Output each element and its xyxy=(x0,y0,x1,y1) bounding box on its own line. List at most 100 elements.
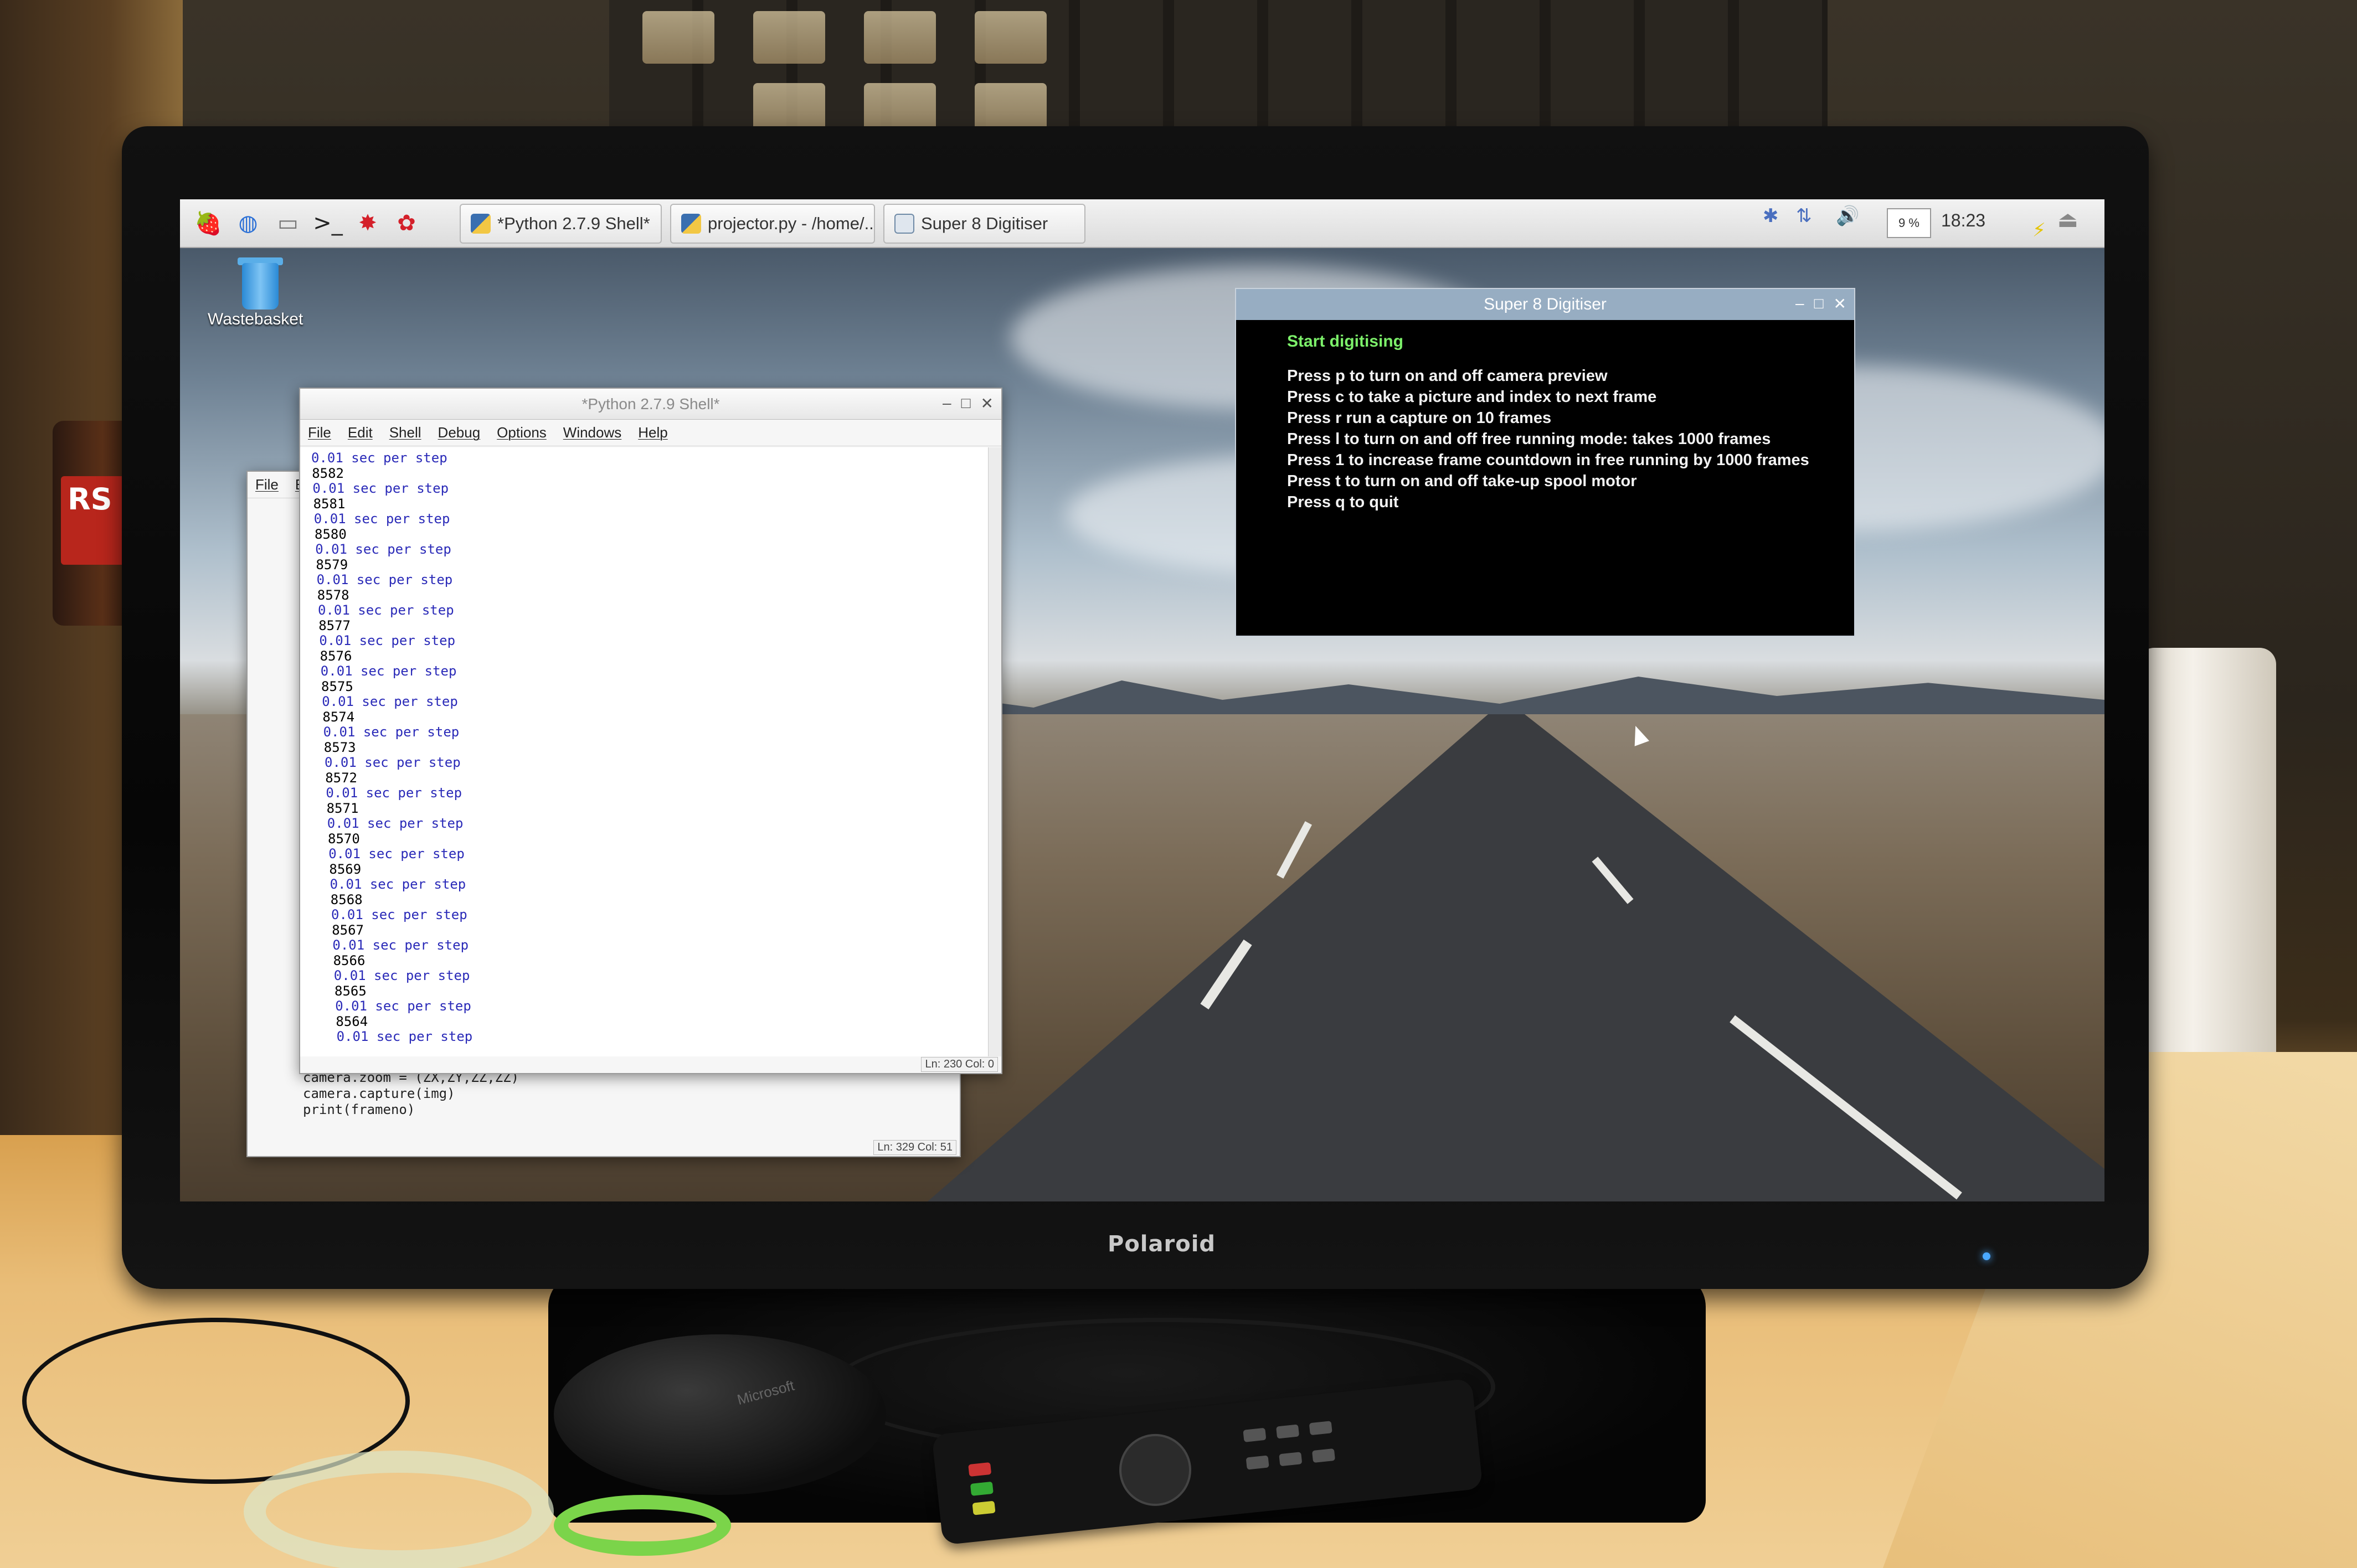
storage-bin xyxy=(642,11,714,64)
shell-output-line: 8580 xyxy=(315,526,347,542)
shell-output-line: 8582 xyxy=(312,465,344,481)
shell-output-line: 8569 xyxy=(329,861,362,877)
power-led xyxy=(1983,1252,1990,1260)
power-warning-icon: ⚡ xyxy=(2032,219,2046,241)
close-button[interactable]: ✕ xyxy=(981,394,994,412)
file-manager-icon[interactable]: ▭ xyxy=(271,206,305,240)
instruction-line: Press r run a capture on 10 frames xyxy=(1287,409,1552,427)
remote-key xyxy=(1311,1448,1336,1463)
shell-output-line: 8578 xyxy=(317,587,349,603)
shell-output-line: 0.01 sec per step xyxy=(312,481,449,496)
python-icon xyxy=(681,214,701,234)
editor-code[interactable]: camera.zoom = (ZX,ZY,ZZ,ZZ) camera.captur… xyxy=(303,1070,519,1118)
code-line: print(frameno) xyxy=(303,1102,415,1117)
digitiser-titlebar[interactable]: Super 8 Digitiser – □ ✕ xyxy=(1236,289,1854,320)
shell-output-line: 8575 xyxy=(321,678,353,694)
eject-icon[interactable]: ⏏ xyxy=(2057,207,2084,234)
editor-status: Ln: 329 Col: 51 xyxy=(873,1140,956,1155)
maximize-button[interactable]: □ xyxy=(961,394,971,412)
storage-bin xyxy=(864,11,936,64)
digitiser-window[interactable]: Super 8 Digitiser – □ ✕ Start digitising… xyxy=(1235,288,1855,637)
maximize-button[interactable]: □ xyxy=(1814,295,1824,313)
close-button[interactable]: ✕ xyxy=(1834,295,1846,313)
network-icon[interactable]: ⇅ xyxy=(1796,205,1812,227)
shell-output-line: 0.01 sec per step xyxy=(331,907,467,922)
shell-output[interactable]: 0.01 sec per step 8582 0.01 sec per step 85… xyxy=(300,447,988,1056)
digitiser-content: Start digitising Press p to turn on and … xyxy=(1236,320,1854,513)
desktop-screen: 🍓 ◍ ▭ >_ ✸ ✿ *Python 2.7.9 Shell* projector.p… xyxy=(180,199,2104,1201)
shell-menu-help[interactable]: Help xyxy=(638,424,667,441)
shell-output-line: 8581 xyxy=(313,496,346,512)
instruction-line: Press l to turn on and off free running … xyxy=(1287,430,1771,448)
shell-menu-windows[interactable]: Windows xyxy=(563,424,621,441)
digitiser-title: Super 8 Digitiser xyxy=(1484,295,1607,313)
shell-menu-debug[interactable]: Debug xyxy=(438,424,481,441)
shell-title: *Python 2.7.9 Shell* xyxy=(581,395,720,412)
shell-menu-file[interactable]: File xyxy=(308,424,331,441)
scissors-handle xyxy=(554,1495,731,1556)
shell-output-line: 8576 xyxy=(320,648,352,664)
shell-output-line: 0.01 sec per step xyxy=(323,724,460,740)
clock[interactable]: 18:23 xyxy=(1941,210,1985,231)
shell-output-line: 8577 xyxy=(318,617,351,633)
minimize-button[interactable]: – xyxy=(1795,295,1804,313)
remote-dpad xyxy=(1115,1430,1195,1510)
remote-key-yellow xyxy=(972,1500,996,1515)
remote-key xyxy=(1246,1455,1269,1470)
wireless-mouse xyxy=(554,1334,886,1495)
shell-menu-edit[interactable]: Edit xyxy=(348,424,373,441)
shell-titlebar[interactable]: *Python 2.7.9 Shell* – □ ✕ xyxy=(300,389,1001,420)
shell-menu-shell[interactable]: Shell xyxy=(389,424,421,441)
storage-bin xyxy=(975,11,1047,64)
shell-output-line: 0.01 sec per step xyxy=(313,511,450,527)
remote-key-red xyxy=(968,1462,992,1477)
task-super8-digitiser[interactable]: Super 8 Digitiser xyxy=(883,204,1085,244)
shell-output-line: 0.01 sec per step xyxy=(322,694,458,709)
shell-output-line: 8571 xyxy=(326,800,359,816)
shell-output-line: 0.01 sec per step xyxy=(311,450,447,466)
minimize-button[interactable]: – xyxy=(943,394,951,412)
shell-output-line: 8564 xyxy=(336,1013,368,1029)
task-projector-editor[interactable]: projector.py - /home/... xyxy=(670,204,875,244)
shell-output-line: 0.01 sec per step xyxy=(326,785,462,801)
taskbar: 🍓 ◍ ▭ >_ ✸ ✿ *Python 2.7.9 Shell* projector.p… xyxy=(180,199,2104,248)
instruction-line: Press 1 to increase frame countdown in f… xyxy=(1287,451,1809,469)
shell-output-line: 0.01 sec per step xyxy=(320,663,457,679)
shell-menu-options[interactable]: Options xyxy=(497,424,547,441)
task-python-shell[interactable]: *Python 2.7.9 Shell* xyxy=(460,204,662,244)
bluetooth-icon[interactable]: ✱ xyxy=(1763,205,1779,227)
shell-output-line: 0.01 sec per step xyxy=(315,541,451,557)
wastebasket-label[interactable]: Wastebasket xyxy=(208,310,303,329)
shell-output-line: 0.01 sec per step xyxy=(335,998,471,1014)
shell-menubar: File Edit Shell Debug Options Windows Help xyxy=(300,420,1001,446)
remote-key xyxy=(1279,1452,1303,1467)
shell-output-line: 0.01 sec per step xyxy=(325,755,461,770)
digitiser-heading: Start digitising xyxy=(1287,332,1403,350)
shell-output-line: 8579 xyxy=(316,556,348,572)
shell-output-line: 8574 xyxy=(322,709,355,725)
tape-roll xyxy=(244,1451,554,1568)
shell-output-line: 0.01 sec per step xyxy=(332,937,469,953)
task-label: *Python 2.7.9 Shell* xyxy=(497,214,650,233)
task-label: projector.py - /home/... xyxy=(708,214,875,233)
web-browser-icon[interactable]: ◍ xyxy=(231,206,265,240)
raspberry-menu-icon[interactable]: 🍓 xyxy=(191,206,225,240)
wolfram-icon[interactable]: ✿ xyxy=(389,206,424,240)
volume-icon[interactable]: 🔊 xyxy=(1836,205,1859,227)
instruction-line: Press q to quit xyxy=(1287,493,1399,511)
editor-menu-file[interactable]: File xyxy=(255,476,279,493)
shell-output-line: 0.01 sec per step xyxy=(328,846,465,862)
instruction-line: Press t to turn on and off take-up spool… xyxy=(1287,472,1637,490)
terminal-icon[interactable]: >_ xyxy=(311,206,345,240)
shell-output-line: 0.01 sec per step xyxy=(333,968,470,983)
python-icon xyxy=(471,214,491,234)
shell-scrollbar[interactable] xyxy=(988,447,1001,1056)
math-icon[interactable]: ✸ xyxy=(351,206,385,240)
remote-key xyxy=(1243,1427,1267,1442)
shell-output-line: 0.01 sec per step xyxy=(336,1029,473,1044)
shell-status: Ln: 230 Col: 0 xyxy=(921,1057,998,1072)
python-shell-window[interactable]: *Python 2.7.9 Shell* – □ ✕ File Edit Shell… xyxy=(299,388,1002,1074)
shell-output-line: 0.01 sec per step xyxy=(316,572,453,587)
cpu-monitor[interactable]: 9 % xyxy=(1887,208,1931,238)
window-icon xyxy=(894,214,914,234)
